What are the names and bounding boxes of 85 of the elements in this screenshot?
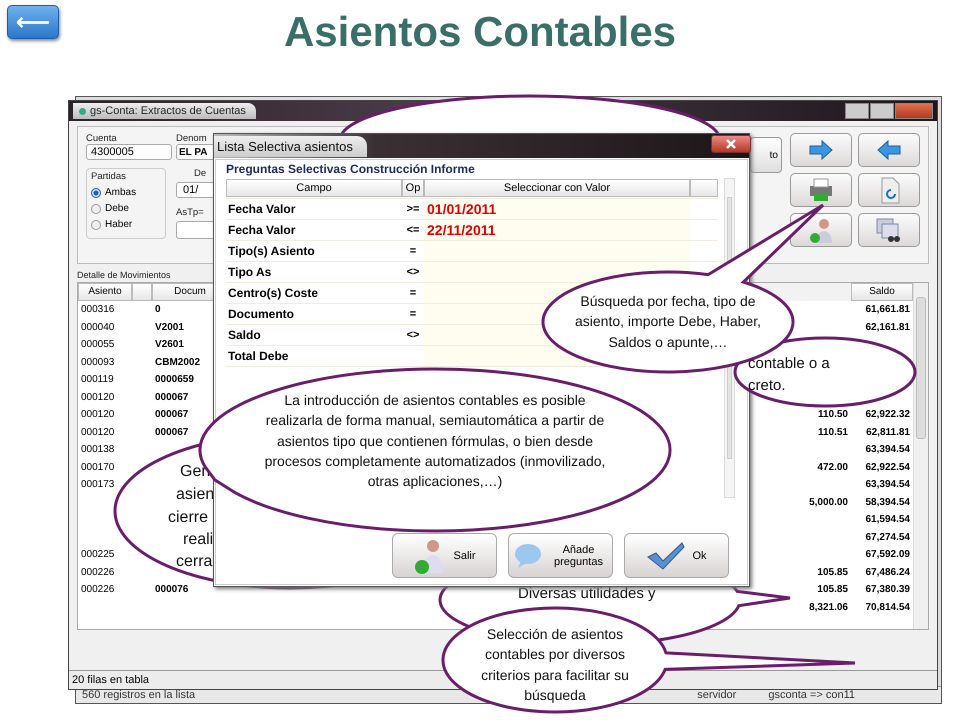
slide-title: Asientos Contables <box>284 8 676 56</box>
table-cell-text: 000120 <box>80 426 116 438</box>
table-cell-text: 000120 <box>80 392 116 403</box>
table-cell-text: 67,380.39 <box>864 584 911 596</box>
callout-text: cerra <box>176 553 212 571</box>
table-cell-text: 000226 <box>80 584 116 596</box>
table-cell-text: 000067 <box>154 409 190 420</box>
table-cell-text: 105.85 <box>816 584 849 596</box>
table-cell-text: 000120 <box>80 409 116 420</box>
table-cell-text: 000316 <box>80 304 116 316</box>
criteria-field: Fecha Valor <box>226 202 402 216</box>
radio-label: Debe <box>105 203 129 214</box>
table-cell-text: 5,000.00 <box>808 496 849 508</box>
dialog-title: Lista Selectiva asientos <box>214 136 367 156</box>
table-cell-text: 000040 <box>80 322 116 333</box>
field-label: AsTp= <box>176 207 204 218</box>
table-cell-text: 61,661.81 <box>864 304 911 316</box>
table-cell-text: 000067 <box>154 426 190 438</box>
field-label: Denom <box>176 133 207 144</box>
criteria-field: Saldo <box>226 328 402 342</box>
table-cell-text: 61,594.54 <box>864 514 911 526</box>
panel-label: Detalle de Movimientos <box>77 270 171 280</box>
table-cell-text: 000225 <box>80 549 116 560</box>
table-cell-text: 000138 <box>80 444 116 456</box>
callout-text: Selección de asientos contables por diversos criterios para facilitar su búsqueda <box>480 625 630 705</box>
table-cell-text: 000226 <box>80 566 116 578</box>
table-cell-text: 000119 <box>80 374 115 386</box>
table-cell-text: 67,486.24 <box>864 566 911 578</box>
table-cell-text: 000076 <box>154 584 190 596</box>
table-cell-text: 000055 <box>80 339 116 350</box>
table-cell-text: 105.85 <box>816 566 849 578</box>
table-cell-text: CBM2002 <box>154 356 202 368</box>
criteria-operator: <= <box>406 224 420 236</box>
callout-text: creto. <box>748 377 786 394</box>
criteria-field: Documento <box>226 307 402 321</box>
table-cell-text: 110.51 <box>816 426 849 438</box>
table-cell-text: V2001 <box>154 322 185 333</box>
table-cell-text: 000067 <box>154 392 190 403</box>
criteria-field: Tipo As <box>226 265 402 279</box>
criteria-field: Centro(s) Coste <box>226 286 402 300</box>
table-cell-text: V2601 <box>154 339 185 350</box>
radio-label: Haber <box>105 219 132 230</box>
callout-text: asien <box>176 486 214 504</box>
criteria-field: Tipo(s) Asiento <box>226 244 402 258</box>
criteria-operator: >= <box>406 203 420 215</box>
table-cell-text: 63,394.54 <box>864 444 911 456</box>
table-cell-text: 110.50 <box>816 409 849 420</box>
window-title: gs-Conta: Extractos de Cuentas <box>73 103 256 119</box>
table-cell-text: 62,161.81 <box>864 322 911 333</box>
table-cell-text: 0000659 <box>154 374 195 386</box>
table-cell-text: 62,922.32 <box>864 409 911 420</box>
callout-text: contable o a <box>748 355 830 372</box>
table-cell-text: 000170 <box>80 462 116 473</box>
group-label: Partidas <box>91 171 126 182</box>
table-cell-text: 70,814.54 <box>864 602 911 613</box>
callout-text: reali <box>183 531 214 549</box>
radio-label: Ambas <box>105 187 136 198</box>
callout-text: Búsqueda por fecha, tipo de asiento, importe Debe, Haber, Saldos o apunte,… <box>574 292 762 352</box>
dialog-heading: Preguntas Selectivas Construcción Informe <box>226 162 476 176</box>
criteria-field: Total Debe <box>226 349 402 363</box>
criteria-field: Fecha Valor <box>226 223 402 237</box>
table-cell-text: 62,922.54 <box>864 462 911 473</box>
status-text: servidor <box>696 689 738 701</box>
callout-text: Diversas utilidades y <box>518 585 656 602</box>
criteria-operator: <> <box>406 329 420 341</box>
table-cell-text: 62,811.81 <box>865 426 911 438</box>
table-cell-text: 67,592.09 <box>864 549 911 560</box>
field-label: De <box>193 168 206 179</box>
table-cell-text: 63,394.54 <box>864 479 911 490</box>
table-cell-text: 472.00 <box>816 462 849 473</box>
criteria-operator: = <box>408 308 418 320</box>
callout-text: La introducción de asientos contables es posible realizarla de forma manual, semiautomática a partir de asientos tipo que contienen fórmulas, o bien desde procesos completamente automatizados (inmovilizado, otras aplicaciones,…) <box>264 391 606 492</box>
field-label: Cuenta <box>86 133 117 144</box>
table-cell-text: 0 <box>154 304 162 316</box>
table-cell-text: 58,394.54 <box>864 496 911 508</box>
criteria-operator: = <box>408 245 418 257</box>
table-cell-text: 000173 <box>80 479 116 490</box>
status-text: 560 registros en la lista <box>81 689 196 701</box>
status-text: gsconta => con11 <box>767 689 856 701</box>
table-cell-text: 67,274.54 <box>864 532 911 543</box>
table-cell-text: 8,321.06 <box>808 602 849 613</box>
criteria-operator: <> <box>406 266 420 278</box>
table-cell-text: 000093 <box>80 356 116 368</box>
criteria-operator: = <box>408 287 418 299</box>
callout-text: cierre <box>168 509 208 527</box>
